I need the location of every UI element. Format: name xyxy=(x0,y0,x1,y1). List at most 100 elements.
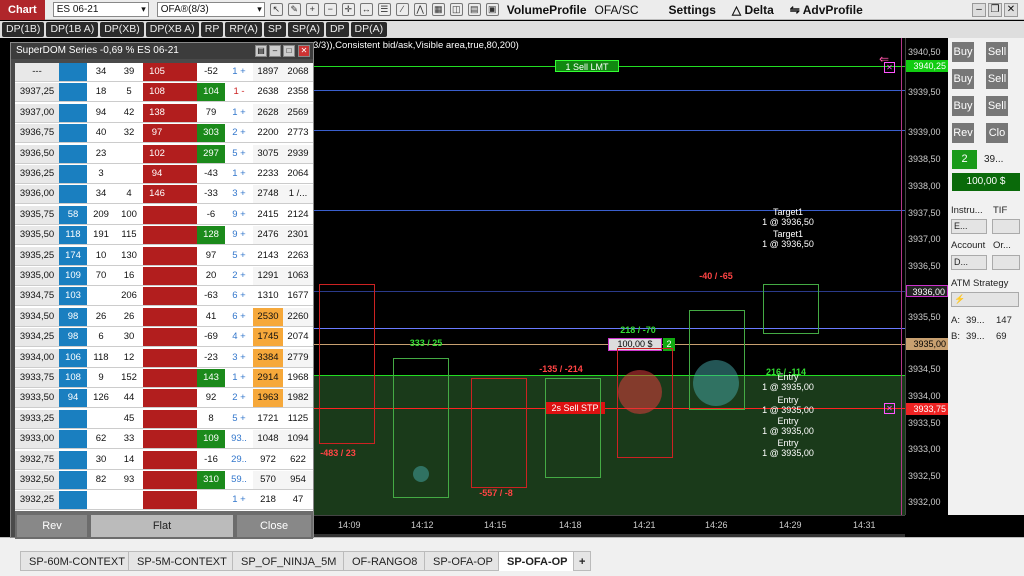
dom-cell[interactable] xyxy=(171,328,197,347)
instrument-select[interactable]: ES 06-21 xyxy=(52,2,149,17)
dom-row[interactable]: 3935,50 118 191 115 128 9 +2476 2301 xyxy=(15,226,313,246)
dom-cell[interactable]: 94 xyxy=(59,389,87,408)
dom-cell[interactable] xyxy=(59,491,87,510)
dom-cell[interactable]: -33 xyxy=(197,185,225,203)
chart-plot-area[interactable]: 3/3)),Consistent bid/ask,Visible area,tr… xyxy=(313,38,905,515)
dom-cell[interactable]: 3933,75 xyxy=(15,369,59,387)
dom-cell[interactable]: 33 xyxy=(115,430,143,448)
drawing-tools-icon[interactable]: ∕ xyxy=(395,3,409,16)
sell-market-button[interactable]: Sell xyxy=(986,42,1008,62)
dom-cell[interactable]: 1745 xyxy=(253,328,283,347)
dom-cell[interactable]: 3936,00 xyxy=(15,185,59,204)
tab-sp-of-ninja-5m[interactable]: SP_OF_NINJA_5M xyxy=(232,551,346,571)
tab-sp-ofa-op[interactable]: SP-OFA-OP xyxy=(424,551,502,571)
dom-cell[interactable]: 106 xyxy=(59,348,87,367)
dom-cell[interactable]: 3 + xyxy=(225,185,253,203)
dom-cell[interactable]: 20 xyxy=(197,267,225,285)
dom-cell[interactable]: 2773 xyxy=(283,124,313,143)
chart-menu-button[interactable]: Chart xyxy=(0,0,45,20)
dom-cell[interactable]: 9 xyxy=(87,369,115,387)
tab-rp[interactable]: RP xyxy=(200,22,224,37)
dom-cell[interactable]: 104 xyxy=(197,83,225,102)
dom-cell[interactable]: 94 xyxy=(143,165,171,183)
dom-cell[interactable]: 1 + xyxy=(225,104,253,122)
dom-cell[interactable]: 3934,00 xyxy=(15,348,59,367)
cancel-order-icon[interactable]: ✕ xyxy=(884,62,895,73)
reverse-button[interactable]: Rev xyxy=(952,123,974,143)
dom-cell[interactable]: 1 /... xyxy=(283,185,313,204)
dom-cell[interactable]: 2301 xyxy=(283,226,313,245)
dom-cell[interactable] xyxy=(87,410,115,428)
dom-cell[interactable]: 98 xyxy=(59,307,87,326)
close-icon[interactable]: ✕ xyxy=(1004,2,1018,17)
tab-dp[interactable]: DP xyxy=(325,22,349,37)
dom-cell[interactable] xyxy=(143,205,171,224)
dom-cell[interactable] xyxy=(171,348,197,367)
dom-cell[interactable]: 1094 xyxy=(283,430,313,449)
dom-cell[interactable]: 5 xyxy=(115,83,143,101)
dom-cell[interactable] xyxy=(171,307,197,326)
dom-cell[interactable]: 16 xyxy=(115,267,143,285)
dom-cell[interactable]: 2260 xyxy=(283,307,313,326)
delta-button[interactable]: △ Delta xyxy=(732,3,774,17)
dom-cell[interactable] xyxy=(171,450,197,469)
crosshair-icon[interactable]: ✛ xyxy=(341,3,355,16)
dom-row[interactable]: 3935,00 109 70 16 20 2 +1291 1063 xyxy=(15,267,313,286)
dom-cell[interactable] xyxy=(171,165,197,183)
time-axis[interactable]: 14:09 14:12 14:15 14:18 14:21 14:26 14:2… xyxy=(313,515,905,533)
dom-cell[interactable]: 3 xyxy=(87,165,115,183)
dom-cell[interactable]: 79 xyxy=(197,104,225,122)
dom-cell[interactable]: 1310 xyxy=(253,287,283,306)
dom-cell[interactable] xyxy=(59,471,87,489)
dom-close-button[interactable]: Close xyxy=(237,515,311,537)
dom-cell[interactable]: 1 + xyxy=(225,165,253,183)
tab-dp-xb[interactable]: DP(XB) xyxy=(100,22,144,37)
dom-cell[interactable]: 34 xyxy=(87,63,115,81)
dom-cell[interactable]: 118 xyxy=(87,349,115,367)
dom-cell[interactable]: 152 xyxy=(115,369,143,387)
pointer-icon[interactable]: ↖ xyxy=(269,3,283,16)
dom-cell[interactable]: 94 xyxy=(87,104,115,122)
dom-cell[interactable]: 2628 xyxy=(253,103,283,122)
dom-cell[interactable]: 1968 xyxy=(283,369,313,387)
dom-cell[interactable]: 115 xyxy=(115,226,143,244)
dom-cell[interactable] xyxy=(59,409,87,428)
dom-cell[interactable]: 3932,75 xyxy=(15,450,59,469)
dom-cell[interactable]: 4 + xyxy=(225,328,253,346)
dom-cell[interactable] xyxy=(143,328,171,347)
dom-cell[interactable] xyxy=(59,144,87,163)
dom-cell[interactable]: 972 xyxy=(253,450,283,469)
tab-dp-xb-a[interactable]: DP(XB A) xyxy=(145,22,199,37)
dom-cell[interactable]: 218 xyxy=(253,491,283,510)
dom-cell[interactable] xyxy=(143,389,171,408)
strategies-icon[interactable]: ◫ xyxy=(449,3,463,16)
dom-cell[interactable]: 44 xyxy=(115,389,143,407)
dom-cell[interactable]: 1 + xyxy=(225,63,253,81)
dom-cell[interactable]: 174 xyxy=(59,246,87,265)
dom-cell[interactable] xyxy=(143,307,171,326)
dom-row[interactable]: 3934,25 98 6 30 -69 4 +1745 2074 xyxy=(15,328,313,348)
buy-bid-button[interactable]: Buy xyxy=(952,96,974,116)
tab-sp-a[interactable]: SP(A) xyxy=(287,22,324,37)
dom-cell[interactable] xyxy=(171,83,197,102)
tab-sp-60m-context[interactable]: SP-60M-CONTEXT xyxy=(20,551,134,571)
dom-cell[interactable] xyxy=(197,491,225,509)
dom-cell[interactable]: 3934,25 xyxy=(15,328,59,347)
dom-cell[interactable]: 3936,75 xyxy=(15,124,59,143)
dom-cell[interactable] xyxy=(59,63,87,81)
dom-cell[interactable] xyxy=(143,246,171,265)
dom-cell[interactable]: 570 xyxy=(253,471,283,489)
dom-cell[interactable]: 2 + xyxy=(225,389,253,407)
dom-cell[interactable]: 29.. xyxy=(225,451,253,469)
scroll-icon[interactable]: ↔ xyxy=(359,3,373,16)
tab-sp-5m-context[interactable]: SP-5M-CONTEXT xyxy=(128,551,236,571)
dom-row[interactable]: 3932,50 82 93 310 59.. 570 954 xyxy=(15,471,313,490)
dom-cell[interactable] xyxy=(59,430,87,449)
dom-cell[interactable] xyxy=(171,430,197,449)
dom-cell[interactable]: 18 xyxy=(87,83,115,101)
dom-cell[interactable]: 108 xyxy=(59,369,87,387)
dom-cell[interactable]: 2569 xyxy=(283,103,313,122)
dom-cell[interactable] xyxy=(171,389,197,408)
dom-cell[interactable]: 9 + xyxy=(225,226,253,244)
dom-cell[interactable]: 1982 xyxy=(283,389,313,408)
